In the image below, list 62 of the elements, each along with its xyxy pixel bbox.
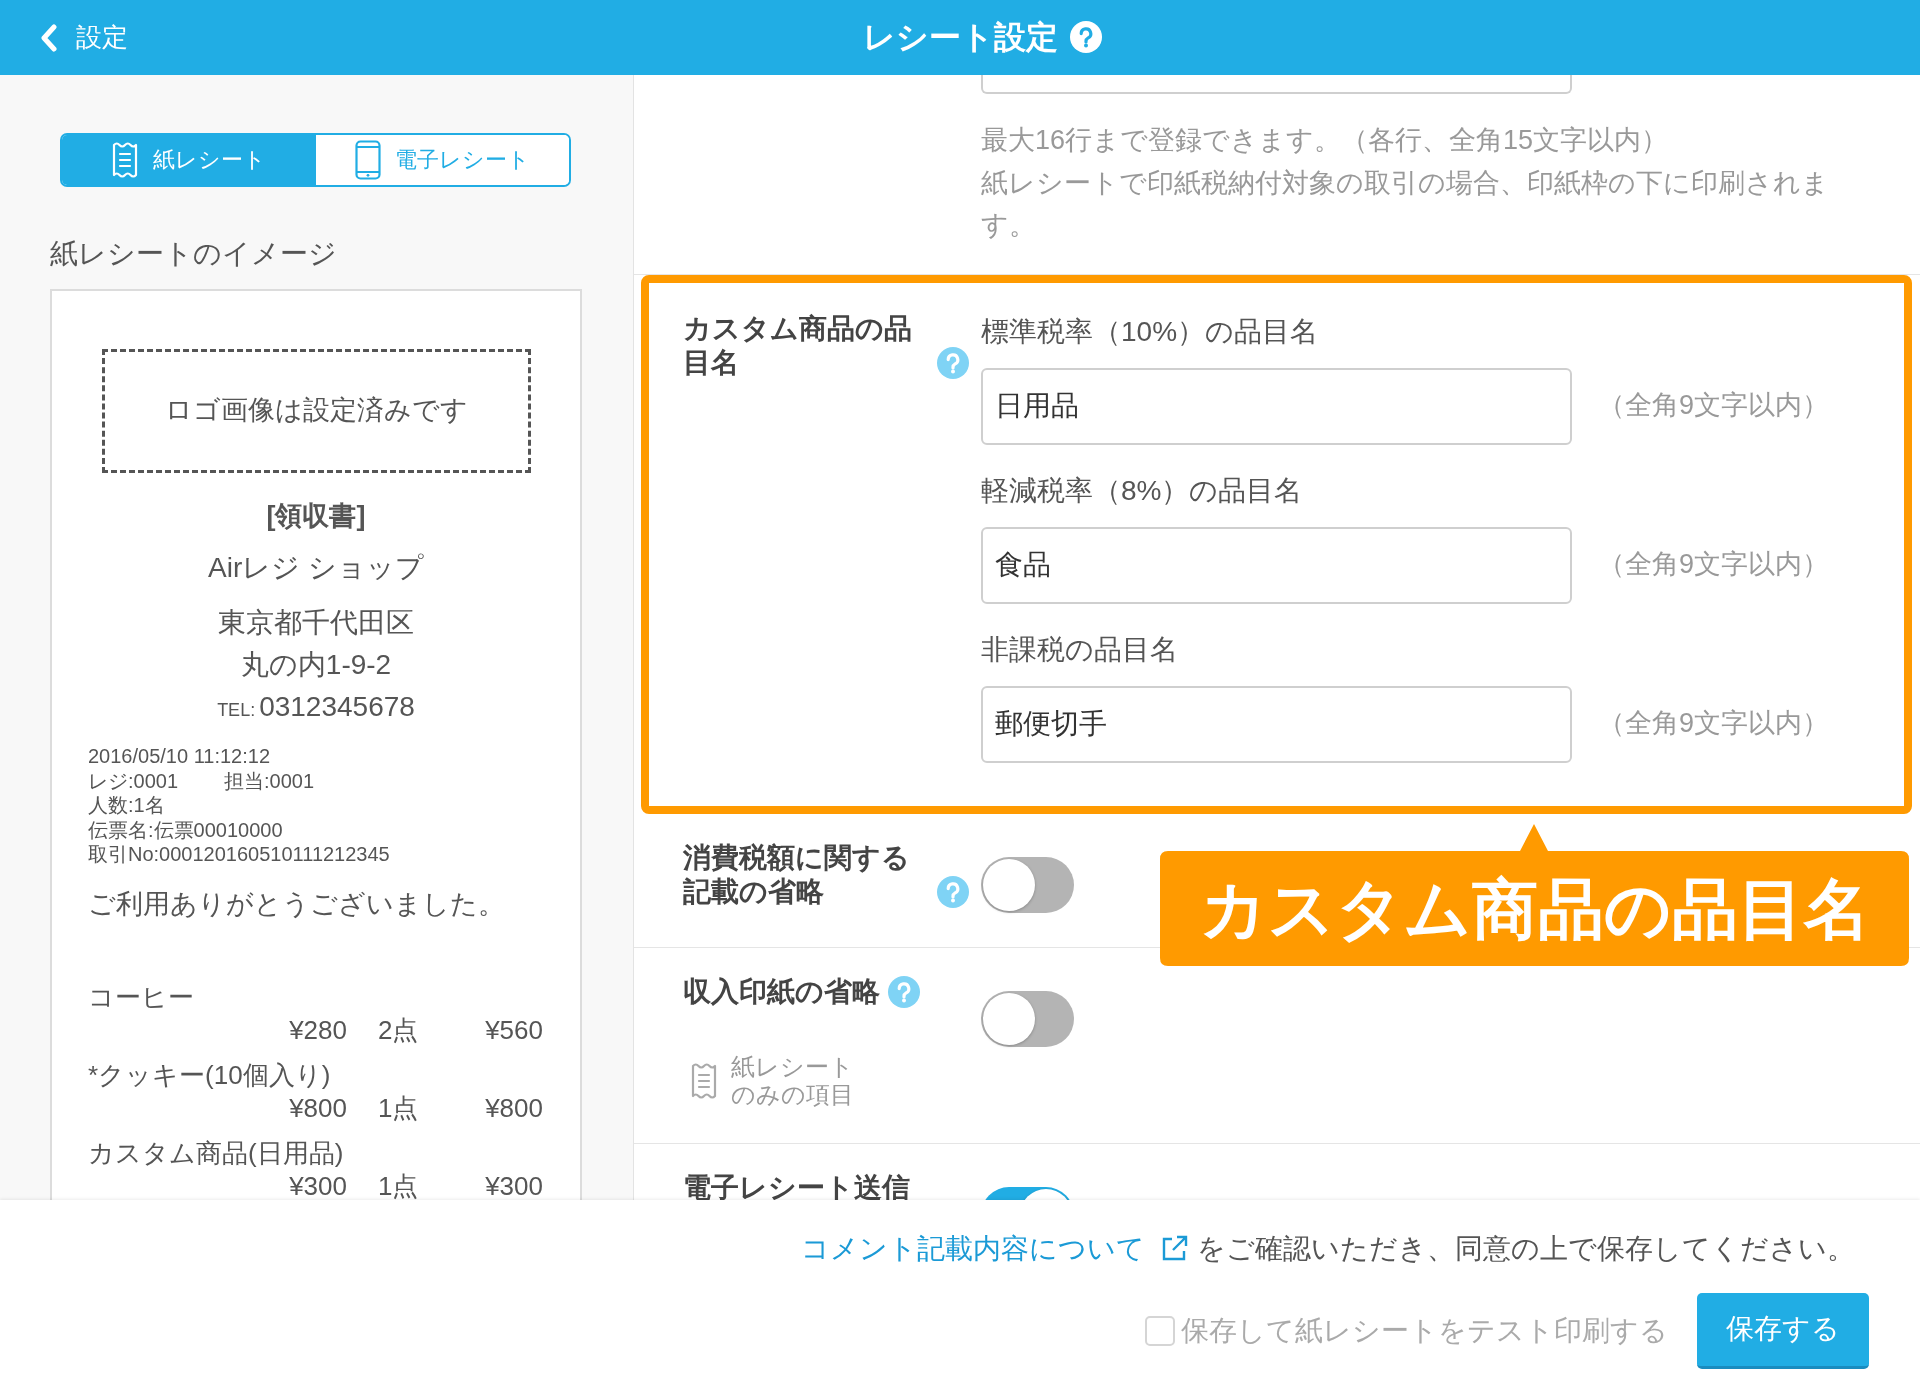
field-label: 非課税の品目名: [981, 632, 1178, 667]
receipt-detail: 人数:1名: [88, 793, 165, 818]
character-limit-hint: （全角9文字以内）: [1598, 548, 1830, 582]
text-area[interactable]: [981, 75, 1572, 94]
toggle-switch[interactable]: [981, 856, 1074, 913]
help-icon[interactable]: [937, 346, 969, 379]
callout-label: カスタム商品の品目名: [1160, 824, 1909, 966]
receipt-icon: [689, 1060, 719, 1101]
receipt-detail: 取引No:000120160510111212345: [88, 842, 390, 867]
item-total: ¥800: [485, 1091, 543, 1125]
help-icon[interactable]: [888, 975, 920, 1008]
address-line: 丸の内1-9-2: [240, 648, 392, 682]
back-icon: [40, 23, 58, 52]
page-title: レシート設定: [862, 18, 1058, 57]
item-price: ¥280: [289, 1013, 347, 1047]
setting-label: カスタム商品の品目名: [683, 311, 913, 380]
address-line: 東京都千代田区: [218, 606, 414, 640]
hint-text: 紙レシートで印紙税納付対象の取引の場合、印紙枠の下に印刷されます。: [981, 166, 1830, 242]
receipt-detail: 担当:0001: [224, 768, 315, 793]
item-quantity: 2点: [378, 1013, 419, 1047]
section-title: 紙レシートのイメージ: [50, 237, 337, 271]
item-total: ¥300: [485, 1169, 543, 1200]
character-limit-hint: （全角9文字以内）: [1598, 707, 1830, 741]
hint-text: 最大16行まで登録できます。（各行、全角15文字以内）: [981, 124, 1669, 157]
receipt-heading: [領収書]: [266, 500, 366, 533]
logo-status-text: ロゴ画像は設定済みです: [164, 394, 468, 428]
phone-label: TEL:: [217, 699, 256, 722]
item-name: *クッキー(10個入り): [88, 1058, 331, 1092]
text-field[interactable]: 郵便切手: [981, 685, 1572, 763]
item-name: カスタム商品(日用品): [88, 1136, 344, 1170]
shop-name: Airレジ ショップ: [208, 551, 424, 585]
help-icon[interactable]: [937, 875, 969, 908]
item-total: ¥560: [485, 1013, 543, 1047]
paper-only-note: 紙レシートのみの項目: [731, 1052, 855, 1109]
item-quantity: 1点: [378, 1091, 419, 1125]
receipt-detail: 2016/05/10 11:12:12: [88, 744, 271, 769]
back-button[interactable]: 設定: [40, 21, 128, 54]
text-field[interactable]: 食品: [981, 526, 1572, 604]
item-name: コーヒー: [88, 980, 194, 1014]
text-field[interactable]: 日用品: [981, 367, 1572, 445]
link[interactable]: コメント記載内容について: [801, 1228, 1189, 1270]
receipt-type-tab[interactable]: 紙レシート: [62, 135, 316, 185]
setting-label: 消費税額に関する記載の省略: [683, 840, 911, 909]
toggle-switch[interactable]: [981, 990, 1074, 1047]
checkbox-label: 保存して紙レシートをテスト印刷する: [1181, 1313, 1668, 1348]
smartphone-icon: [354, 140, 381, 180]
item-quantity: 1点: [378, 1169, 419, 1200]
field-label: 軽減税率（8%）の品目名: [981, 473, 1303, 508]
item-price: ¥300: [289, 1169, 347, 1200]
help-icon[interactable]: [1069, 21, 1102, 54]
item-price: ¥800: [289, 1091, 347, 1125]
setting-label: 収入印紙の省略: [683, 974, 880, 1009]
receipt-detail: 伝票名:伝票00010000: [88, 817, 283, 842]
thank-you-message: ご利用ありがとうございました。: [88, 887, 505, 921]
receipt-detail: レジ:0001: [88, 768, 179, 793]
character-limit-hint: （全角9文字以内）: [1598, 389, 1830, 423]
receipt-icon: [111, 140, 140, 180]
field-label: 標準税率（10%）の品目名: [981, 314, 1319, 349]
consent-message: をご確認いただき、同意の上で保存してください。: [1197, 1232, 1855, 1266]
phone-number: 0312345678: [259, 690, 415, 724]
save-button[interactable]: 保存する: [1697, 1293, 1869, 1369]
setting-label: 電子レシート送信: [683, 1170, 910, 1200]
